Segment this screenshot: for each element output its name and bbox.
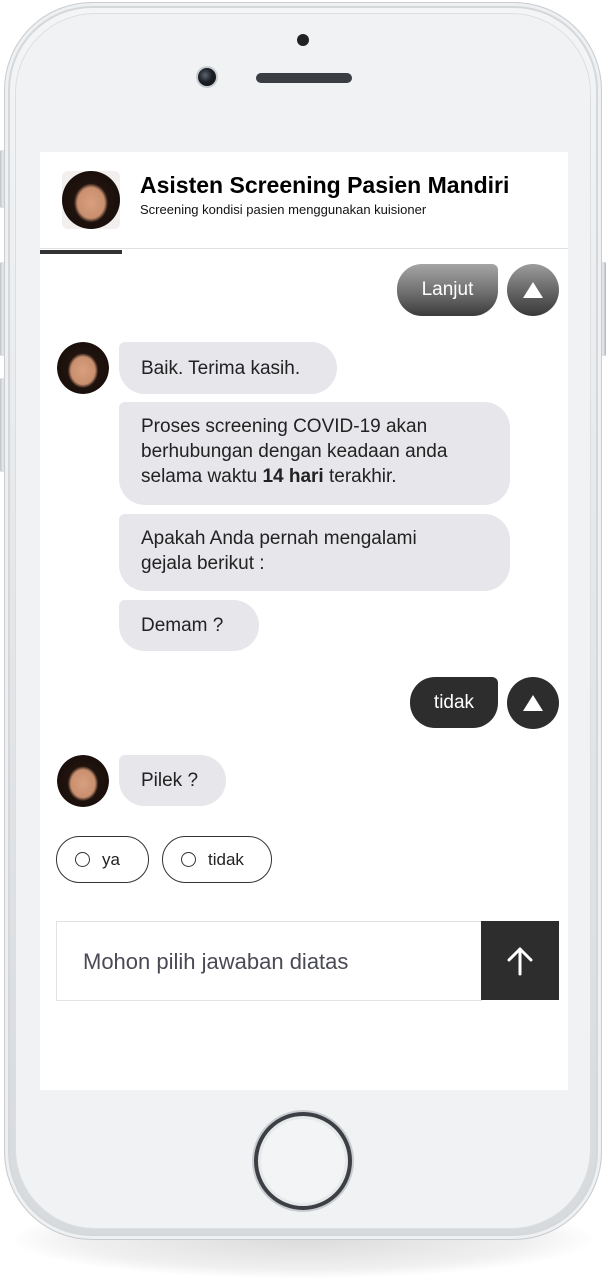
user-avatar-icon	[57, 755, 109, 807]
bot-message: Baik. Terima kasih.	[119, 342, 337, 394]
bot-avatar	[57, 342, 109, 394]
chat-header: Asisten Screening Pasien Mandiri Screeni…	[40, 152, 568, 249]
radio-icon[interactable]	[75, 852, 90, 867]
message-input[interactable]: Mohon pilih jawaban diatas	[56, 921, 482, 1001]
arrow-up-icon	[507, 947, 533, 975]
earpiece-speaker	[256, 73, 352, 83]
radio-icon[interactable]	[181, 852, 196, 867]
user-reply-bubble: Lanjut	[397, 264, 498, 316]
option-label: ya	[102, 849, 120, 869]
send-button[interactable]	[481, 921, 559, 1000]
bot-avatar	[57, 755, 109, 807]
bot-message-line: gejala berikut :	[141, 553, 265, 574]
bot-message-text: terakhir.	[323, 466, 397, 487]
page-subtitle: Screening kondisi pasien menggunakan kui…	[140, 202, 427, 217]
bot-message: Apakah Anda pernah mengalami gejala beri…	[119, 514, 510, 591]
user-avatar-icon	[62, 171, 120, 229]
tab-indicator	[40, 250, 122, 254]
bot-message-text: selama waktu	[141, 466, 263, 487]
user-reply-bubble: tidak	[410, 677, 498, 728]
scroll-up-button[interactable]	[507, 677, 559, 729]
bot-message: Pilek ?	[119, 755, 226, 806]
answer-option-tidak[interactable]: tidak	[162, 836, 272, 883]
bot-message-emphasis: 14 hari	[262, 466, 324, 487]
front-camera	[196, 66, 218, 88]
bot-message-line: selama waktu 14 hari terakhir.	[141, 464, 488, 489]
answer-option-ya[interactable]: ya	[56, 836, 149, 883]
option-label: tidak	[208, 849, 244, 869]
bot-message-text: Demam ?	[141, 615, 224, 636]
proximity-sensor	[297, 34, 309, 46]
input-placeholder: Mohon pilih jawaban diatas	[83, 949, 349, 974]
triangle-up-icon	[523, 282, 543, 298]
bot-message-line: Apakah Anda pernah mengalami	[141, 528, 417, 549]
assistant-avatar	[62, 171, 120, 229]
page-title: Asisten Screening Pasien Mandiri	[140, 172, 510, 198]
user-reply-text: Lanjut	[421, 279, 474, 300]
bot-message-line: berhubungan dengan keadaan anda	[141, 441, 448, 462]
user-reply-text: tidak	[433, 691, 475, 713]
triangle-up-icon	[523, 695, 543, 711]
scroll-up-button[interactable]	[507, 264, 559, 316]
bot-message-text: Pilek ?	[141, 770, 199, 791]
bot-message: Proses screening COVID-19 akan berhubung…	[119, 402, 510, 505]
chat-screen: Asisten Screening Pasien Mandiri Screeni…	[40, 152, 568, 1090]
user-avatar-icon	[57, 342, 109, 394]
home-button[interactable]	[254, 1112, 352, 1210]
bot-message-text: Baik. Terima kasih.	[141, 357, 301, 379]
bot-message: Demam ?	[119, 600, 259, 651]
bot-message-line: Proses screening COVID-19 akan	[141, 416, 428, 437]
